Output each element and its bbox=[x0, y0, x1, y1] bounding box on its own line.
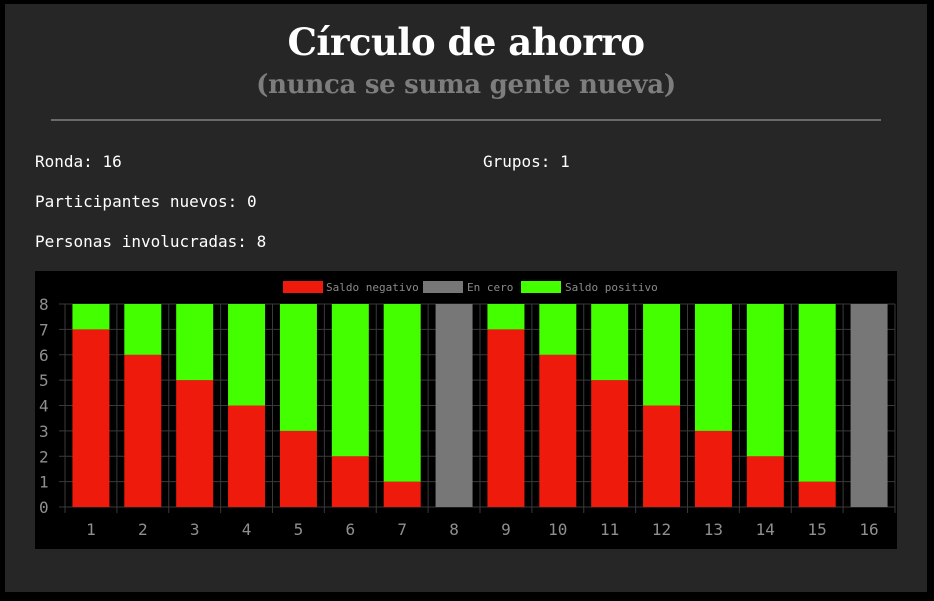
stat-participantes-nuevos: Participantes nuevos: 0 bbox=[35, 192, 257, 211]
bar-segment-saldo-positivo bbox=[746, 304, 784, 457]
divider bbox=[51, 119, 881, 121]
legend-item: Saldo positivo bbox=[521, 281, 658, 294]
stat-ronda-label: Ronda: bbox=[35, 152, 93, 171]
bar-segment-saldo-negativo bbox=[72, 329, 110, 507]
legend-label: Saldo positivo bbox=[565, 281, 658, 294]
y-tick-label: 0 bbox=[39, 498, 49, 517]
y-tick-label: 6 bbox=[39, 346, 49, 365]
bar-segment-saldo-positivo bbox=[383, 304, 421, 482]
legend-swatch bbox=[283, 281, 323, 293]
x-tick-label: 11 bbox=[600, 520, 619, 539]
bar-segment-saldo-negativo bbox=[228, 405, 266, 507]
stat-personas-involucradas: Personas involucradas: 8 bbox=[35, 232, 266, 251]
bar-segment-saldo-positivo bbox=[279, 304, 317, 431]
legend-item: En cero bbox=[423, 281, 513, 294]
stat-nuevos-label: Participantes nuevos: bbox=[35, 192, 238, 211]
bar-segment-saldo-positivo bbox=[643, 304, 681, 406]
bar-segment-saldo-positivo bbox=[228, 304, 266, 406]
legend-swatch bbox=[423, 281, 463, 293]
y-tick-label: 3 bbox=[39, 422, 49, 441]
y-tick-label: 2 bbox=[39, 447, 49, 466]
bar-segment-saldo-negativo bbox=[487, 329, 525, 507]
x-tick-label: 1 bbox=[86, 520, 96, 539]
x-tick-label: 12 bbox=[652, 520, 671, 539]
bar-segment-saldo-positivo bbox=[591, 304, 629, 381]
y-tick-label: 4 bbox=[39, 397, 49, 416]
main-panel: Círculo de ahorro (nunca se suma gente n… bbox=[5, 4, 927, 592]
bar-segment-saldo-negativo bbox=[694, 430, 732, 507]
bar-segment-saldo-positivo bbox=[72, 304, 110, 330]
stat-grupos-label: Grupos: bbox=[483, 152, 551, 171]
x-tick-label: 3 bbox=[190, 520, 200, 539]
stat-grupos-value: 1 bbox=[560, 152, 570, 171]
y-tick-label: 7 bbox=[39, 320, 49, 339]
stat-grupos: Grupos: 1 bbox=[483, 152, 570, 171]
bar-segment-saldo-negativo bbox=[383, 481, 421, 507]
x-tick-label: 9 bbox=[501, 520, 511, 539]
x-tick-label: 5 bbox=[294, 520, 304, 539]
bar-segment-saldo-negativo bbox=[176, 380, 214, 507]
bar-segment-saldo-negativo bbox=[591, 380, 629, 507]
bar-segment-saldo-negativo bbox=[798, 481, 836, 507]
bar-segment-saldo-positivo bbox=[539, 304, 577, 355]
stat-involucradas-label: Personas involucradas: bbox=[35, 232, 247, 251]
x-tick-label: 14 bbox=[756, 520, 775, 539]
bar-segment-saldo-negativo bbox=[539, 354, 577, 507]
y-tick-label: 5 bbox=[39, 371, 49, 390]
y-axis-ticks: 0 1 2 3 4 5 6 7 8 bbox=[39, 295, 49, 517]
chart-legend: Saldo negativo En cero Saldo positivo bbox=[283, 281, 658, 294]
stat-involucradas-value: 8 bbox=[256, 232, 267, 251]
legend-label: En cero bbox=[467, 281, 513, 294]
bar-segment-saldo-negativo bbox=[331, 456, 369, 507]
bar-segment-saldo-positivo bbox=[124, 304, 162, 355]
x-tick-label: 8 bbox=[449, 520, 459, 539]
bar-segment-saldo-positivo bbox=[331, 304, 369, 457]
page-title: Círculo de ahorro bbox=[287, 20, 645, 64]
x-tick-label: 16 bbox=[859, 520, 878, 539]
page-subtitle: (nunca se suma gente nueva) bbox=[256, 70, 676, 100]
legend-item: Saldo negativo bbox=[283, 281, 419, 294]
stat-ronda: Ronda: 16 bbox=[35, 152, 122, 171]
bar-segment-saldo-positivo bbox=[694, 304, 732, 431]
stacked-bar-chart: 012345678 1 2 3 4 5 6 7 8 9 10 11 12 13 14 15 16 Saldo … bbox=[39, 281, 896, 539]
x-axis-ticks: 1 2 3 4 5 6 7 8 9 10 11 12 13 14 15 16 bbox=[86, 520, 879, 539]
bar-segment-saldo-positivo bbox=[176, 304, 214, 381]
bar-segment-saldo-negativo bbox=[279, 430, 317, 507]
chart-container: 012345678 1 2 3 4 5 6 7 8 9 10 11 12 13 14 15 16 Saldo … bbox=[35, 271, 897, 549]
y-tick-label: 8 bbox=[39, 295, 49, 314]
bar-segment-en-cero bbox=[435, 304, 473, 507]
x-tick-label: 2 bbox=[138, 520, 148, 539]
x-tick-label: 13 bbox=[704, 520, 723, 539]
stat-nuevos-value: 0 bbox=[246, 192, 257, 211]
x-tick-label: 15 bbox=[808, 520, 827, 539]
bar-segment-saldo-negativo bbox=[124, 354, 162, 507]
bar-segment-saldo-positivo bbox=[798, 304, 836, 482]
y-tick-label: 1 bbox=[39, 473, 49, 492]
x-tick-label: 4 bbox=[242, 520, 252, 539]
legend-label: Saldo negativo bbox=[326, 281, 419, 294]
x-tick-label: 7 bbox=[397, 520, 407, 539]
bar-segment-saldo-negativo bbox=[746, 456, 784, 507]
bar-segment-saldo-positivo bbox=[487, 304, 525, 330]
bar-segment-saldo-negativo bbox=[643, 405, 681, 507]
x-tick-label: 6 bbox=[345, 520, 355, 539]
x-tick-label: 10 bbox=[548, 520, 567, 539]
bar-segment-en-cero bbox=[850, 304, 888, 507]
stat-ronda-value: 16 bbox=[102, 152, 122, 171]
legend-swatch bbox=[521, 281, 561, 293]
